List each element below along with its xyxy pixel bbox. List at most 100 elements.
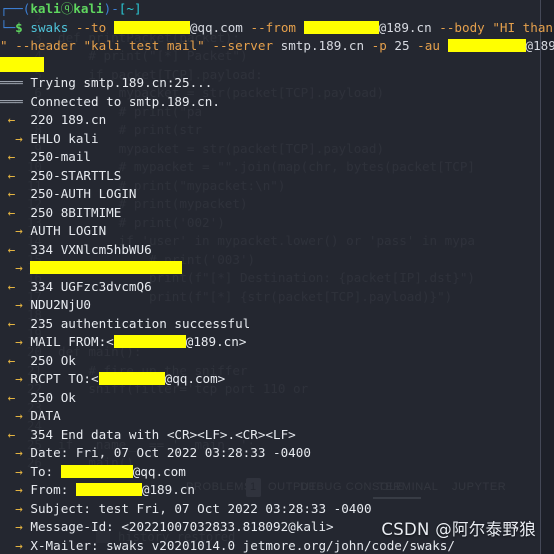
outgoing-arrow-icon: → <box>15 537 23 553</box>
log-line: ← 250-STARTTLS <box>0 167 554 186</box>
log-line: → To: @qq.com <box>0 463 554 482</box>
outgoing-arrow-icon: → <box>15 445 23 460</box>
command-line-1[interactable]: └─$ swaks --to @qq.com --from @189.cn --… <box>0 19 554 38</box>
log-text: 334 UGFzc3dvcmQ6 <box>30 278 152 294</box>
redaction-block <box>60 464 133 478</box>
log-text: RCPT TO:< <box>30 371 99 386</box>
log-text: 250-mail <box>30 149 92 164</box>
log-text: AUTH LOGIN <box>30 223 107 238</box>
command-token: @189.cn <box>525 38 554 53</box>
local-marker-icon: ═══ <box>0 93 23 109</box>
command-token: "kali test mail" <box>83 38 205 53</box>
log-text: Subject: test Fri, 07 Oct 2022 03:28:33 … <box>30 500 372 516</box>
prompt-top-cwd: [~] <box>118 1 142 16</box>
outgoing-arrow-icon: → <box>15 334 23 349</box>
outgoing-arrow-icon: → <box>15 297 23 312</box>
outgoing-arrow-icon: → <box>15 408 23 423</box>
log-line: ← 250 8BITMIME <box>0 204 554 223</box>
redaction-block <box>30 261 183 274</box>
incoming-arrow-icon: ← <box>7 204 16 220</box>
command-token: smtp.189.cn <box>280 38 365 53</box>
incoming-arrow-icon: ← <box>7 278 16 294</box>
incoming-arrow-icon: ← <box>7 112 16 127</box>
log-text: To: <box>30 463 61 479</box>
log-text-suffix: @qq.com> <box>164 371 226 386</box>
outgoing-arrow-icon: → <box>15 223 23 238</box>
command-token <box>68 20 76 35</box>
log-line: ═══ Trying smtp.189.cn:25... <box>0 74 554 93</box>
outgoing-arrow-icon: → <box>15 463 23 479</box>
command-token: -p <box>371 38 387 53</box>
log-text-suffix: @189.cn <box>141 482 195 497</box>
log-text: Connected to smtp.189.cn. <box>30 93 220 109</box>
command-token: 25 <box>386 38 418 53</box>
log-text: From: <box>30 482 76 497</box>
prompt-corner-bottom: └─ <box>0 19 16 35</box>
outgoing-arrow-icon: → <box>15 500 23 516</box>
command-token: " <box>0 38 8 53</box>
redaction-block <box>75 483 142 496</box>
log-text: 235 authentication successful <box>30 315 251 331</box>
incoming-arrow-icon: ← <box>7 426 16 442</box>
log-text: 334 VXNlcm5hbWU6 <box>30 241 152 257</box>
incoming-arrow-icon: ← <box>7 149 16 164</box>
command-token: "HI thank you all <box>492 19 554 35</box>
command-line-2[interactable]: " --header "kali test mail" --server smt… <box>0 37 554 56</box>
command-token: --body <box>439 19 485 35</box>
outgoing-arrow-icon: → <box>15 260 23 275</box>
log-text: 250-AUTH LOGIN <box>30 186 137 201</box>
log-line: ← 250 Ok <box>0 389 554 408</box>
log-line: → <box>0 259 554 278</box>
log-text: Date: Fri, 07 Oct 2022 03:28:33 -0400 <box>30 445 311 460</box>
command-token <box>364 38 372 53</box>
redaction-block <box>113 335 186 348</box>
redaction-block <box>303 20 379 34</box>
prompt-top-paren-close: )- <box>103 1 119 16</box>
command-token: swaks <box>30 19 69 35</box>
log-text: Message-Id: <20221007032833.818092@kali> <box>30 519 334 534</box>
redaction-block <box>98 372 165 385</box>
log-text: NDU2NjU0 <box>30 297 92 312</box>
log-text-suffix: @qq.com <box>132 463 186 479</box>
log-line: → AUTH LOGIN <box>0 222 554 241</box>
log-text: 250-STARTTLS <box>30 167 122 183</box>
log-line: → Message-Id: <20221007032833.818092@kal… <box>0 518 554 537</box>
prompt-top-corner: ┌── <box>0 1 23 16</box>
command-token: --server <box>212 38 274 53</box>
log-line: → EHLO kali <box>0 130 554 149</box>
log-line: → Date: Fri, 07 Oct 2022 03:28:33 -0400 <box>0 444 554 463</box>
log-line: ← 354 End data with <CR><LF>.<CR><LF> <box>0 426 554 445</box>
outgoing-arrow-icon: → <box>15 519 23 534</box>
log-line: ← 250-mail <box>0 148 554 167</box>
log-line: ← 250-AUTH LOGIN <box>0 185 554 204</box>
log-text: Trying smtp.189.cn:25... <box>30 75 213 90</box>
log-text: MAIL FROM:< <box>30 334 114 349</box>
at-icon: ⓠ <box>60 1 74 16</box>
command-token <box>106 20 114 35</box>
log-line: → From: @189.cn <box>0 481 554 500</box>
log-text: 250 8BITMIME <box>30 204 122 220</box>
log-line: → RCPT TO:< @qq.com> <box>0 370 554 389</box>
redaction-block <box>0 56 44 72</box>
log-text: DATA <box>30 408 61 423</box>
log-line: → X-Mailer: swaks v20201014.0 jetmore.or… <box>0 537 554 554</box>
command-token: --to <box>75 19 107 35</box>
log-text: 354 End data with <CR><LF>.<CR><LF> <box>30 426 296 442</box>
log-text-suffix: @189.cn> <box>185 334 247 349</box>
terminal-output[interactable]: ┌──(kaliⓠkali)-[~] └─$ swaks --to @qq.com… <box>0 0 554 554</box>
log-line: ← 334 UGFzc3dvcmQ6 <box>0 278 554 297</box>
outgoing-arrow-icon: → <box>15 130 23 146</box>
command-token: -au <box>417 38 440 53</box>
incoming-arrow-icon: ← <box>7 241 16 257</box>
prompt-top-user: kali <box>30 1 61 16</box>
log-text: X-Mailer: swaks v20201014.0 jetmore.org/… <box>30 537 455 553</box>
command-token: @189.cn <box>378 19 432 35</box>
command-line-3[interactable] <box>0 56 554 75</box>
prompt-top-host: kali <box>73 1 104 16</box>
incoming-arrow-icon: ← <box>7 186 16 201</box>
log-line: → DATA <box>0 407 554 426</box>
log-line: ← 220 189.cn <box>0 111 554 130</box>
incoming-arrow-icon: ← <box>7 389 16 405</box>
incoming-arrow-icon: ← <box>7 167 16 183</box>
local-marker-icon: ═══ <box>0 75 23 90</box>
